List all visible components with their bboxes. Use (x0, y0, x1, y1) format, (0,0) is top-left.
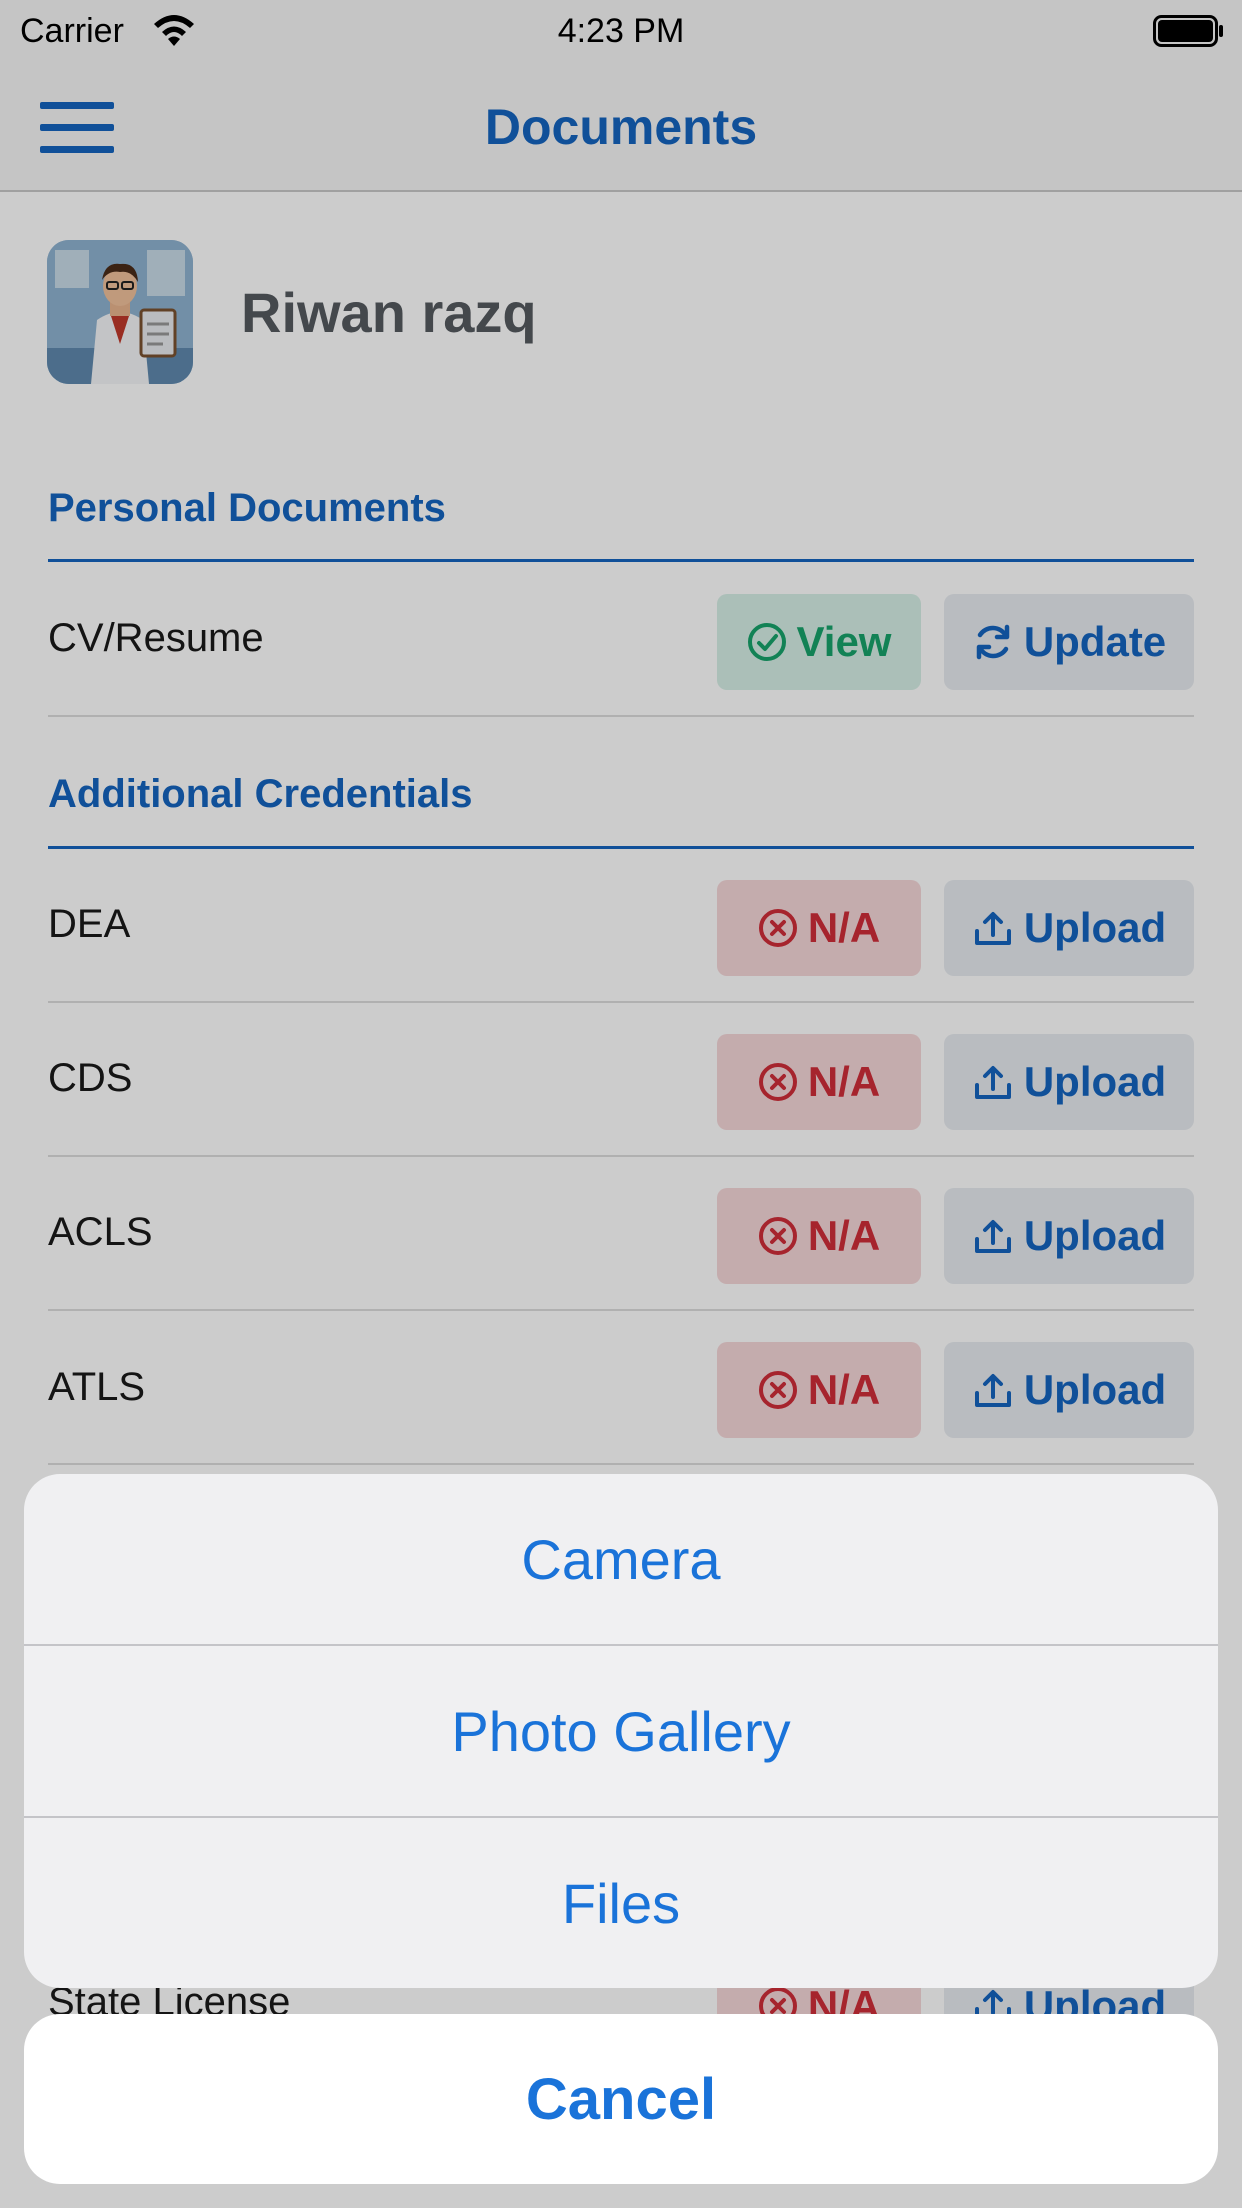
action-camera[interactable]: Camera (24, 1474, 1218, 1644)
action-photo-gallery[interactable]: Photo Gallery (24, 1646, 1218, 1816)
action-files[interactable]: Files (24, 1818, 1218, 1988)
cancel-button[interactable]: Cancel (24, 2014, 1218, 2184)
action-sheet: Camera Photo Gallery Files (24, 1474, 1218, 1988)
